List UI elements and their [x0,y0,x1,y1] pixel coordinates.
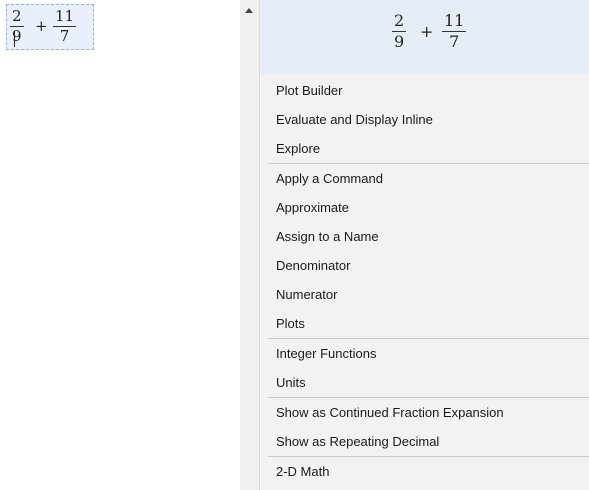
menu-item-apply-a-command[interactable]: Apply a Command [260,164,589,193]
worksheet: 2 9 + 11 7 2 9 + 11 7 Plot Builder Evalu… [0,0,589,490]
context-menu: 2 9 + 11 7 Plot Builder Evaluate and Dis… [240,0,589,490]
menu-item-units[interactable]: Units [260,368,589,397]
plus-operator: + [35,17,48,35]
context-menu-body: 2 9 + 11 7 Plot Builder Evaluate and Dis… [260,0,589,490]
preview-plus-operator: + [420,22,434,41]
fraction-numerator: 11 [444,11,465,30]
fraction-denominator: 9 [394,32,405,51]
menu-item-repeating-decimal[interactable]: Show as Repeating Decimal [260,427,589,456]
preview-fraction-11-7: 11 7 [442,11,467,51]
text-cursor [14,31,15,47]
menu-item-explore[interactable]: Explore [260,134,589,163]
menu-item-continued-fraction-expansion[interactable]: Show as Continued Fraction Expansion [260,398,589,427]
fraction-numerator: 11 [55,7,75,25]
menu-item-denominator[interactable]: Denominator [260,251,589,280]
fraction-11-7: 11 7 [53,7,77,45]
menu-item-numerator[interactable]: Numerator [260,280,589,309]
fraction-denominator: 7 [59,27,70,45]
menu-item-approximate[interactable]: Approximate [260,193,589,222]
menu-item-assign-to-a-name[interactable]: Assign to a Name [260,222,589,251]
menu-scroll-column [240,0,260,490]
menu-item-list: Plot Builder Evaluate and Display Inline… [260,76,589,486]
scroll-up-arrow-icon[interactable] [245,8,253,13]
menu-item-evaluate-and-display-inline[interactable]: Evaluate and Display Inline [260,105,589,134]
expression-preview: 2 9 + 11 7 [260,0,589,74]
menu-item-integer-functions[interactable]: Integer Functions [260,339,589,368]
fraction-numerator: 2 [394,11,405,30]
fraction-numerator: 2 [12,7,22,25]
menu-item-plot-builder[interactable]: Plot Builder [260,76,589,105]
menu-item-2d-math[interactable]: 2-D Math [260,457,589,486]
fraction-2-9: 2 9 [10,8,24,45]
selected-math-expression[interactable]: 2 9 + 11 7 [6,4,94,50]
fraction-denominator: 7 [449,32,460,51]
menu-item-plots[interactable]: Plots [260,309,589,338]
fraction-denominator: 9 [12,27,22,45]
preview-fraction-2-9: 2 9 [392,11,407,51]
